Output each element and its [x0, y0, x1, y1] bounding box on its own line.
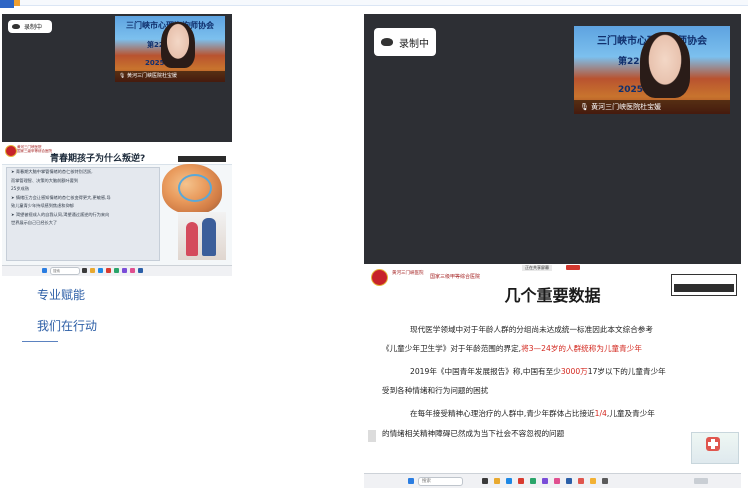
taskbar-app-icon[interactable]	[138, 268, 143, 273]
taskbar-app-icon[interactable]	[554, 478, 560, 484]
paragraph-line: 在每年接受精神心理治疗的人群中,青少年群体占比接近1/4,儿童及青少年	[410, 409, 655, 418]
bullet-line: ➤ 青春期大脑中掌管情绪的杏仁核特别活跃,	[11, 169, 93, 174]
taskbar-search-input[interactable]: 搜索	[50, 267, 80, 275]
paragraph-line: 的情绪相关精神障碍已然成为当下社会不容忽视的问题	[382, 429, 565, 438]
figure-girl	[186, 222, 198, 256]
taskbar-app-icon[interactable]	[590, 478, 596, 484]
taskbar-app-icon[interactable]	[506, 478, 512, 484]
recording-label: 录制中	[24, 24, 43, 31]
recording-indicator: 录制中	[8, 20, 52, 33]
windows-taskbar: 搜索	[2, 265, 232, 276]
corner-marker-accent	[14, 0, 20, 6]
section-underline	[22, 341, 58, 342]
paragraph-line: 2019年《中国青年发展报告》称,中国有至少3000万17岁以下的儿童青少年	[410, 367, 666, 376]
recording-indicator: 录制中	[374, 28, 436, 56]
taskbar-search-input[interactable]: 搜索	[418, 477, 463, 486]
meeting-control-bar[interactable]	[178, 156, 226, 162]
bullet-line: ➤ 情绪压力会让感知情绪的杏仁核变得更大,更敏感,导	[11, 194, 111, 200]
speaker-face	[640, 32, 690, 98]
hospital-grade: 国家三级甲等综合医院	[430, 274, 481, 280]
recording-label: 录制中	[399, 38, 429, 50]
paragraph-line: 《儿童少年卫生学》对于年龄范围的界定,将3—24岁的人群统称为儿童青少年	[382, 344, 642, 353]
cloud-icon	[12, 24, 20, 29]
shared-slide-right: 正在共享屏幕 黄河三门峡医院 国家三级甲等综合医院 几个重要数据 现代医学领域中…	[364, 264, 741, 488]
slide-title: 青春期孩子为什么叛逆?	[50, 154, 146, 164]
taskbar-app-icon[interactable]	[122, 268, 127, 273]
hospital-name: 黄河三门峡医院	[392, 271, 424, 276]
highlight-text: 将3—24岁的人群统称为儿童青少年	[521, 344, 642, 353]
slide-body: ➤ 青春期大脑中掌管情绪的杏仁核特别活跃, 而掌管理智、决策的大脑前额叶要到 2…	[6, 167, 160, 261]
taskbar-app-icon[interactable]	[130, 268, 135, 273]
hospital-name: 黄河三门峡医院 国家三级甲等综合医院	[17, 145, 52, 153]
bullet-line: 致儿童青少年持续感到焦虑和抑郁	[11, 203, 74, 208]
system-tray-icon[interactable]	[694, 478, 708, 484]
taskbar-app-icon[interactable]	[98, 268, 103, 273]
paragraph-line: 受到各种情绪和行为问题的困扰	[382, 386, 489, 395]
participant-strip	[674, 284, 734, 292]
video-caption: 🎙 黄河三门峡医院杜宝媛	[115, 71, 225, 82]
speaker-video: 三门峡市心理咨询师协会 第22 2025年 🎙 黄河三门峡医院杜宝媛	[115, 16, 225, 82]
shared-slide-left: 黄河三门峡医院 国家三级甲等综合医院 青春期孩子为什么叛逆? ➤ 青春期大脑中掌…	[2, 142, 232, 276]
taskbar-app-icon[interactable]	[106, 268, 111, 273]
taskbar-app-icon[interactable]	[482, 478, 488, 484]
microphone-icon: 🎙	[119, 73, 126, 79]
meeting-control-panel[interactable]	[671, 274, 737, 296]
corner-marker	[0, 0, 14, 8]
taskbar-app-icon[interactable]	[518, 478, 524, 484]
speaker-face	[161, 22, 195, 68]
taskbar-app-icon[interactable]	[602, 478, 608, 484]
brain-region-outline	[178, 174, 212, 202]
speaker-name: 黄河三门峡医院杜宝媛	[126, 73, 177, 79]
bullet-line: 25岁成熟	[11, 186, 29, 191]
bullet-line: ➤ 渴望被视成人的自我认同,渴望通过叛逆的行为来向	[11, 211, 110, 217]
stop-share-button[interactable]	[566, 265, 580, 270]
paragraph-line: 现代医学领域中对于年龄人群的分组尚未达成统一标准因此本文综合参考	[410, 325, 653, 334]
figure-boy	[202, 218, 216, 256]
screen-share-bar[interactable]: 正在共享屏幕	[522, 265, 552, 271]
taskbar-app-icon[interactable]	[494, 478, 500, 484]
top-border	[0, 0, 748, 6]
microphone-icon: 🎙	[580, 103, 589, 111]
taskbar-app-icon[interactable]	[82, 268, 87, 273]
meeting-screenshot-right: 录制中 三门峡市心理咨询师协会 第223 2025年 🎙 黄河三门峡医院杜宝媛 …	[364, 14, 741, 488]
taskbar-app-icon[interactable]	[114, 268, 119, 273]
bullet-line: 而掌管理智、决策的大脑前额叶要到	[11, 177, 79, 183]
bullet-line: 世界展示自己已经长大了	[11, 220, 58, 225]
cloud-icon	[381, 38, 393, 46]
taskbar-app-icon[interactable]	[578, 478, 584, 484]
speaker-name: 黄河三门峡医院杜宝媛	[591, 103, 662, 111]
hospital-logo	[5, 145, 17, 157]
highlight-text: 1/4	[594, 409, 607, 418]
taskbar-app-icon[interactable]	[566, 478, 572, 484]
meeting-screenshot-left: 录制中 三门峡市心理咨询师协会 第22 2025年 🎙 黄河三门峡医院杜宝媛 黄…	[2, 14, 232, 276]
windows-start-icon[interactable]	[408, 478, 414, 484]
floating-handle[interactable]	[368, 430, 376, 442]
taskbar-app-icon[interactable]	[542, 478, 548, 484]
slide-header: 黄河三门峡医院 国家三级甲等综合医院 青春期孩子为什么叛逆?	[2, 142, 232, 165]
medical-cross-icon	[706, 437, 720, 451]
link-we-are-in-action[interactable]: 我们在行动	[37, 317, 97, 334]
windows-taskbar: 搜索	[364, 473, 741, 488]
taskbar-app-icon[interactable]	[90, 268, 95, 273]
taskbar-app-icon[interactable]	[530, 478, 536, 484]
link-professional-empowerment[interactable]: 专业赋能	[37, 286, 85, 303]
highlight-text: 3000万	[560, 367, 588, 376]
speaker-video: 三门峡市心理咨询师协会 第223 2025年 🎙 黄河三门峡医院杜宝媛	[574, 26, 730, 114]
windows-start-icon[interactable]	[42, 268, 47, 273]
video-caption: 🎙 黄河三门峡医院杜宝媛	[574, 100, 730, 114]
hospital-illustration	[691, 432, 739, 464]
